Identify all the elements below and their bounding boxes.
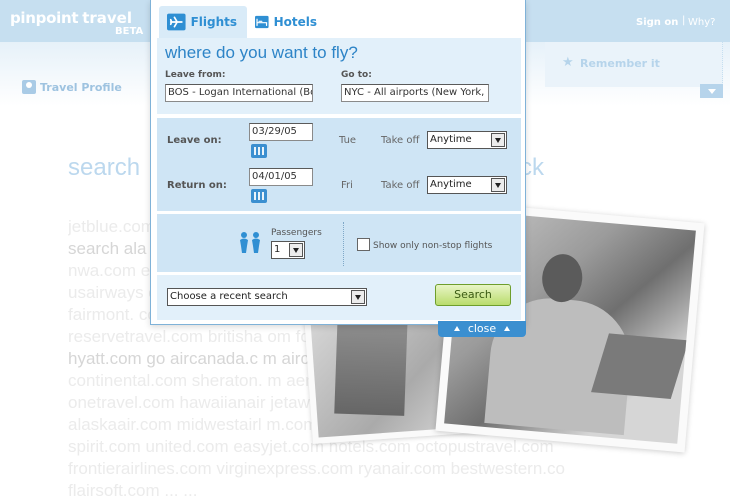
route-section: where do you want to fly? Leave from: Go… bbox=[157, 38, 521, 114]
header-separator: | bbox=[682, 15, 686, 26]
logo-word-travel: travel bbox=[82, 9, 132, 27]
bed-icon bbox=[255, 15, 269, 29]
recent-search-select[interactable]: Choose a recent search bbox=[167, 288, 367, 306]
airplane-icon bbox=[167, 13, 186, 31]
logo[interactable]: pinpoint travel BETA bbox=[10, 8, 143, 37]
chevron-down-icon bbox=[491, 178, 505, 192]
passengers-icon bbox=[240, 232, 260, 253]
leave-from-input[interactable]: BOS - Logan International (Bo bbox=[165, 84, 313, 102]
recent-search-value: Choose a recent search bbox=[170, 291, 288, 302]
leave-takeoff-label: Take off bbox=[381, 135, 420, 146]
travel-profile-link[interactable]: Travel Profile bbox=[40, 81, 122, 94]
tab-flights-label: Flights bbox=[190, 15, 237, 29]
leave-on-label: Leave on: bbox=[167, 135, 222, 146]
chevron-down-icon bbox=[289, 243, 303, 257]
background-search-text: search bbox=[68, 154, 141, 181]
leave-takeoff-select[interactable]: Anytime bbox=[427, 131, 507, 149]
chevron-up-icon bbox=[453, 326, 460, 331]
leave-date-input[interactable]: 03/29/05 bbox=[249, 123, 313, 141]
nonstop-label: Show only non-stop flights bbox=[373, 241, 493, 251]
cloud-line: frontierairlines.com virginexpress.com r… bbox=[68, 459, 565, 478]
passengers-select[interactable]: 1 bbox=[271, 241, 305, 259]
leave-from-label: Leave from: bbox=[165, 70, 226, 80]
logo-word: pinpoint bbox=[10, 9, 79, 27]
passengers-value: 1 bbox=[274, 244, 281, 255]
tab-hotels-label: Hotels bbox=[273, 15, 317, 29]
dates-section: Leave on: 03/29/05 Tue Take off Anytime … bbox=[157, 118, 521, 211]
beta-badge: BETA bbox=[115, 26, 144, 37]
close-label: close bbox=[467, 322, 497, 335]
actions-section: Choose a recent search Search bbox=[157, 275, 521, 320]
why-link[interactable]: Why? bbox=[688, 17, 715, 28]
leave-day: Tue bbox=[339, 135, 357, 146]
profile-icon bbox=[22, 80, 36, 94]
nonstop-checkbox[interactable] bbox=[357, 238, 370, 251]
go-to-label: Go to: bbox=[341, 70, 372, 80]
tab-bar: Flights Hotels bbox=[151, 0, 525, 38]
passengers-label: Passengers bbox=[271, 228, 322, 238]
flight-search-panel: Flights Hotels where do you want to fly?… bbox=[150, 0, 526, 325]
passengers-section: Passengers 1 Show only non-stop flights bbox=[157, 214, 521, 272]
return-takeoff-select[interactable]: Anytime bbox=[427, 176, 507, 194]
remember-it-link[interactable]: Remember it bbox=[580, 57, 660, 70]
return-on-label: Return on: bbox=[167, 180, 227, 191]
search-button[interactable]: Search bbox=[435, 284, 511, 306]
star-icon: ★ bbox=[562, 55, 574, 70]
chevron-down-icon[interactable] bbox=[700, 84, 723, 98]
return-day: Fri bbox=[341, 180, 353, 191]
leave-takeoff-value: Anytime bbox=[430, 134, 472, 145]
return-date-input[interactable]: 04/01/05 bbox=[249, 168, 313, 186]
close-panel-button[interactable]: close bbox=[438, 321, 526, 337]
return-takeoff-label: Take off bbox=[381, 180, 420, 191]
chevron-down-icon bbox=[351, 290, 365, 304]
chevron-up-icon bbox=[504, 326, 511, 331]
tab-hotels[interactable]: Hotels bbox=[247, 6, 327, 38]
go-to-input[interactable]: NYC - All airports (New York, bbox=[341, 84, 489, 102]
cloud-line: flairsoft.com ... ... bbox=[68, 481, 198, 500]
calendar-icon[interactable] bbox=[251, 144, 267, 158]
divider bbox=[343, 222, 344, 266]
chevron-down-icon bbox=[491, 133, 505, 147]
sign-in-link[interactable]: Sign on bbox=[636, 17, 678, 28]
form-heading: where do you want to fly? bbox=[165, 43, 358, 62]
tab-flights[interactable]: Flights bbox=[159, 6, 247, 38]
calendar-icon[interactable] bbox=[251, 189, 267, 203]
return-takeoff-value: Anytime bbox=[430, 179, 472, 190]
